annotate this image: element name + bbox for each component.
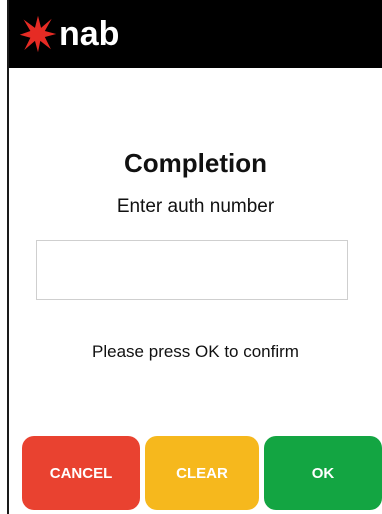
brand-header: nab: [9, 0, 382, 68]
cancel-button[interactable]: CANCEL: [22, 436, 140, 510]
confirm-prompt: Please press OK to confirm: [92, 342, 299, 361]
page-title: Completion: [124, 148, 267, 178]
device-frame-edge: [0, 0, 9, 514]
payment-terminal-screen: nab Completion Enter auth number Please …: [0, 0, 382, 514]
main-content: Completion Enter auth number Please pres…: [9, 68, 382, 514]
auth-number-input[interactable]: [36, 240, 348, 300]
brand-logo: nab: [19, 14, 119, 54]
page-subtitle: Enter auth number: [116, 196, 275, 217]
clear-button[interactable]: CLEAR: [145, 436, 259, 510]
brand-name: nab: [59, 15, 120, 53]
nab-star-icon: [19, 15, 57, 53]
ok-button[interactable]: OK: [264, 436, 382, 510]
